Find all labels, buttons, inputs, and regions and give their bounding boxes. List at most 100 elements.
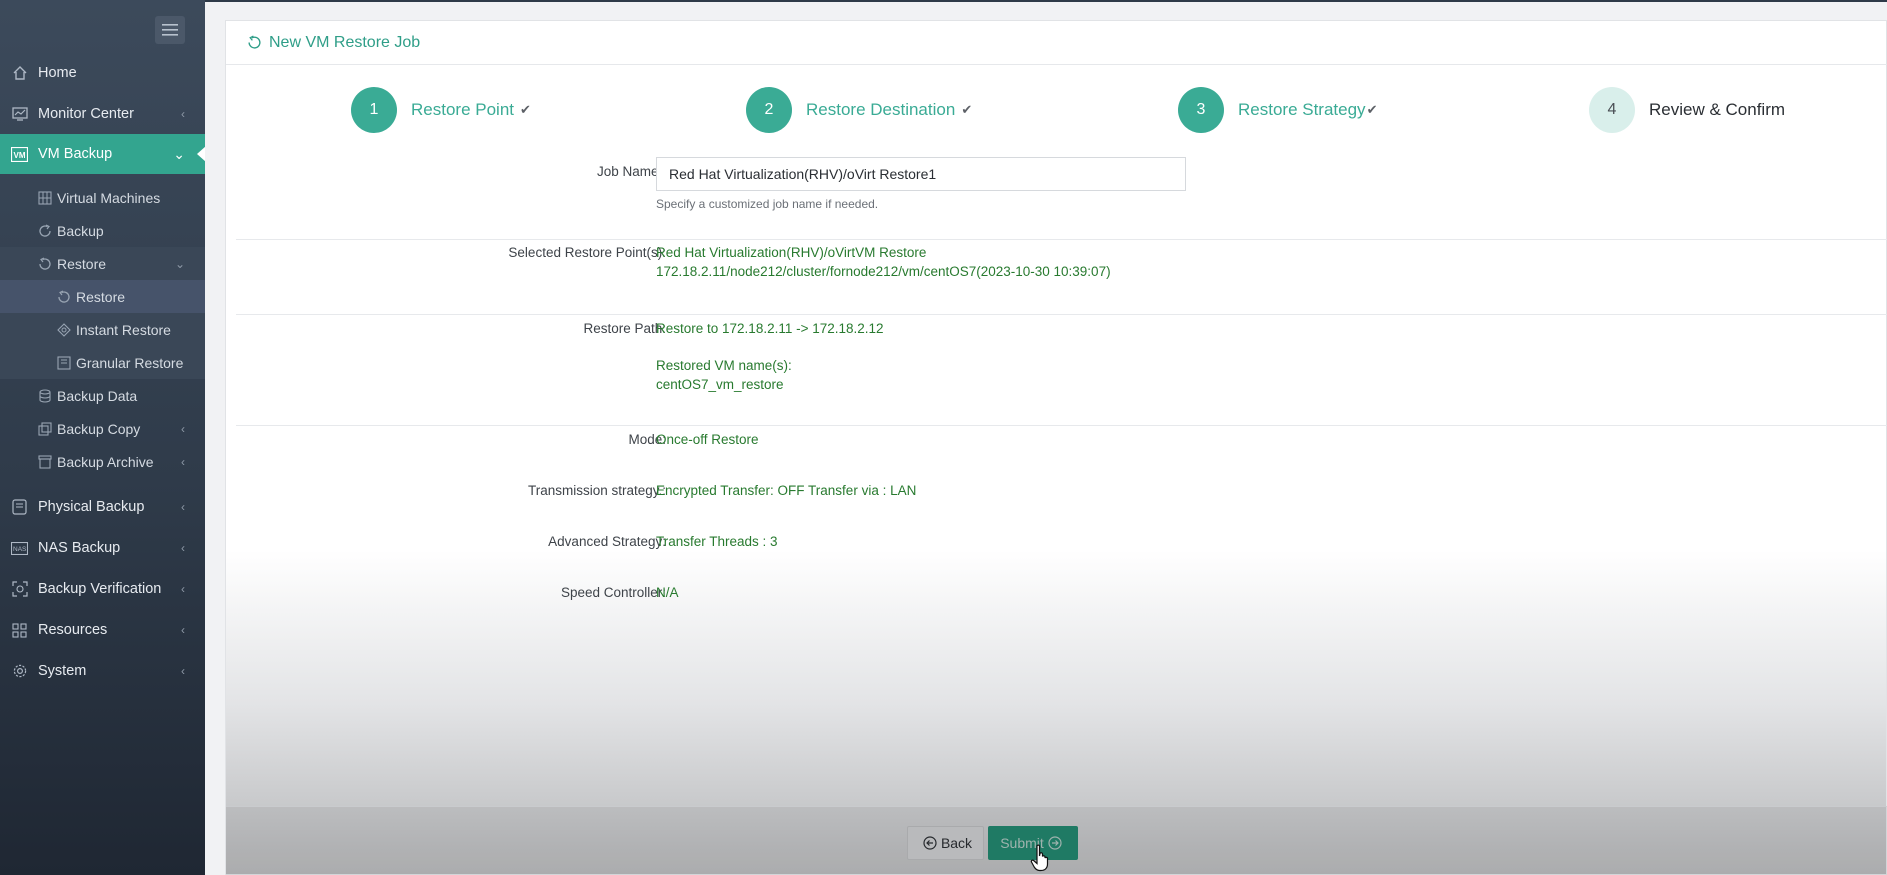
checkmark-icon: ✔ — [520, 102, 531, 117]
sidebar-item-label: Restore — [76, 288, 126, 305]
sidebar-item-label: Restore — [57, 255, 107, 272]
sidebar: Home Monitor Center ‹ VM VM Backup ⌄ Vir… — [0, 0, 206, 875]
sidebar-item-backup-copy[interactable]: Backup Copy ‹ — [0, 412, 205, 445]
page-title: New VM Restore Job — [269, 33, 421, 51]
svg-text:NAS: NAS — [13, 546, 27, 553]
step-number: 2 — [746, 87, 792, 133]
monitor-icon — [11, 106, 28, 123]
sidebar-item-label: Physical Backup — [38, 499, 145, 515]
divider — [236, 425, 1887, 426]
sidebar-item-vm-backup[interactable]: VM VM Backup ⌄ — [0, 134, 206, 174]
checkmark-icon: ✔ — [1366, 102, 1378, 117]
restore-point-label: Selected Restore Point(s): — [508, 245, 666, 260]
restore-path-value: Restore to 172.18.2.11 -> 172.18.2.12 — [656, 321, 884, 336]
verify-icon — [11, 581, 28, 598]
advanced-strategy-label: Advanced Strategy: — [548, 534, 666, 549]
server-icon — [11, 499, 28, 516]
sidebar-item-system[interactable]: System ‹ — [0, 651, 205, 691]
restored-vm-value: centOS7_vm_restore — [656, 377, 784, 392]
arrow-left-circle-icon — [923, 836, 937, 850]
sidebar-item-backup-data[interactable]: Backup Data — [0, 379, 205, 412]
sidebar-item-granular-restore[interactable]: Granular Restore — [0, 346, 205, 379]
vm-icon: VM — [11, 146, 28, 163]
job-name-input[interactable]: Red Hat Virtualization(RHV)/oVirt Restor… — [656, 157, 1186, 191]
sidebar-item-label: Home — [38, 65, 77, 81]
hamburger-icon — [162, 24, 178, 36]
sidebar-item-label: Backup Archive — [57, 453, 154, 470]
database-icon — [37, 388, 52, 403]
chevron-left-icon: ‹ — [181, 541, 185, 555]
sidebar-item-restore[interactable]: Restore — [0, 280, 205, 313]
sidebar-item-instant-restore[interactable]: Instant Restore — [0, 313, 205, 346]
step-label: Restore Destination — [806, 100, 956, 119]
chevron-left-icon: ‹ — [181, 454, 185, 469]
chevron-left-icon: ‹ — [181, 623, 185, 637]
step-label: Restore Strategy — [1238, 100, 1366, 119]
sidebar-item-label: Virtual Machines — [57, 189, 161, 206]
step-number: 4 — [1589, 87, 1635, 133]
hand-cursor-icon — [1030, 844, 1049, 872]
step-restore-strategy: 3 Restore Strategy ✔ — [1178, 87, 1377, 133]
restore-point-line1: Red Hat Virtualization(RHV)/oVirtVM Rest… — [656, 245, 927, 260]
sidebar-item-backup-archive[interactable]: Backup Archive ‹ — [0, 445, 205, 478]
sidebar-item-backup-verification[interactable]: Backup Verification ‹ — [0, 569, 205, 609]
archive-icon — [37, 454, 52, 469]
chevron-down-icon: ⌄ — [173, 145, 185, 162]
sidebar-item-monitor-center[interactable]: Monitor Center ‹ — [0, 94, 205, 134]
sidebar-item-label: Granular Restore — [76, 354, 184, 371]
checkmark-icon: ✔ — [961, 102, 973, 117]
gear-icon — [11, 663, 28, 680]
chevron-left-icon: ‹ — [181, 107, 185, 121]
sidebar-item-virtual-machines[interactable]: Virtual Machines — [0, 181, 205, 214]
resources-icon — [11, 622, 28, 639]
back-button[interactable]: Back — [907, 826, 984, 860]
sidebar-item-home[interactable]: Home — [0, 53, 205, 93]
sidebar-item-restore-group[interactable]: Restore ⌄ — [0, 247, 205, 280]
instant-icon — [56, 322, 71, 337]
back-button-label: Back — [940, 835, 973, 851]
refresh-icon — [37, 223, 52, 238]
mode-value: Once-off Restore — [656, 432, 759, 447]
sidebar-item-label: Backup Verification — [38, 581, 162, 597]
sidebar-item-label: Monitor Center — [38, 106, 134, 122]
divider — [236, 314, 1887, 315]
sidebar-item-label: Resources — [38, 622, 108, 638]
chevron-left-icon: ‹ — [181, 500, 185, 514]
restore-point-line2: 172.18.2.11/node212/cluster/fornode212/v… — [656, 264, 1111, 279]
speed-controller-label: Speed Controller: — [560, 585, 666, 600]
chevron-left-icon: ‹ — [181, 664, 185, 678]
step-label: Review & Confirm — [1649, 100, 1786, 119]
restore-icon — [37, 256, 52, 271]
restore-job-panel: New VM Restore Job 1 Restore Point ✔ 2 R… — [225, 20, 1887, 875]
step-review-confirm: 4 Review & Confirm — [1589, 87, 1785, 133]
divider — [236, 239, 1887, 240]
panel-header: New VM Restore Job — [226, 21, 1887, 65]
step-restore-point: 1 Restore Point ✔ — [351, 87, 531, 133]
chevron-down-icon: ⌄ — [174, 256, 185, 271]
restored-vm-label: Restored VM name(s): — [656, 358, 792, 373]
step-restore-destination: 2 Restore Destination ✔ — [746, 87, 972, 133]
speed-controller-value: N/A — [656, 585, 679, 600]
chevron-left-icon: ‹ — [181, 421, 185, 436]
sidebar-item-backup[interactable]: Backup — [0, 214, 205, 247]
menu-toggle-button[interactable] — [155, 16, 185, 44]
step-number: 1 — [351, 87, 397, 133]
sidebar-item-label: System — [38, 663, 87, 679]
step-number: 3 — [1178, 87, 1224, 133]
step-label: Restore Point — [411, 100, 514, 119]
sidebar-item-label: Backup — [57, 222, 104, 239]
top-border — [205, 0, 1887, 2]
sidebar-item-nas-backup[interactable]: NAS NAS Backup ‹ — [0, 528, 205, 568]
sidebar-item-resources[interactable]: Resources ‹ — [0, 610, 205, 650]
home-icon — [11, 65, 28, 82]
granular-icon — [56, 355, 71, 370]
svg-text:VM: VM — [14, 151, 26, 160]
sidebar-item-label: Instant Restore — [76, 321, 171, 338]
transmission-label: Transmission strategy.: — [527, 483, 666, 498]
copy-icon — [37, 421, 52, 436]
sidebar-item-label: NAS Backup — [38, 540, 121, 556]
sidebar-item-label: VM Backup — [38, 146, 113, 162]
chevron-left-icon: ‹ — [181, 582, 185, 596]
sidebar-item-label: Backup Data — [57, 387, 138, 404]
sidebar-item-physical-backup[interactable]: Physical Backup ‹ — [0, 487, 205, 527]
